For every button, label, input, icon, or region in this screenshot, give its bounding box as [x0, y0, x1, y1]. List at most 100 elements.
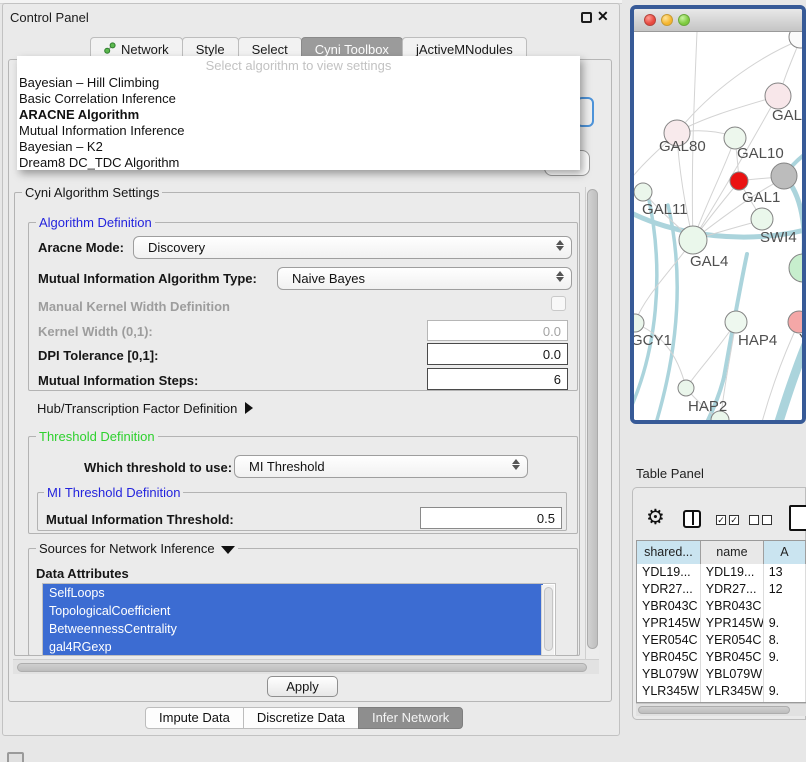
- network-node[interactable]: [679, 226, 707, 254]
- network-edge[interactable]: [692, 32, 697, 240]
- dropdown-item[interactable]: Mutual Information Inference: [19, 123, 578, 139]
- network-canvas[interactable]: GALGAL80GAL10GAL1GAL11SWI4GAL4GCY1HAP4YH…: [634, 32, 802, 420]
- tab-discretize-data[interactable]: Discretize Data: [243, 707, 359, 729]
- dropdown-item[interactable]: Bayesian – Hill Climbing: [19, 75, 578, 91]
- network-node[interactable]: [634, 314, 644, 332]
- network-node[interactable]: [725, 311, 747, 333]
- columns-icon[interactable]: [683, 510, 701, 528]
- network-node[interactable]: [765, 83, 791, 109]
- network-node[interactable]: [788, 311, 806, 333]
- dropdown-item[interactable]: Bayesian – K2: [19, 139, 578, 155]
- table-cell: YDL19...: [701, 564, 764, 581]
- table-row[interactable]: YDR27...YDR27...12: [637, 581, 806, 598]
- network-node[interactable]: [771, 163, 797, 189]
- sources-group-title[interactable]: Sources for Network Inference: [36, 541, 238, 556]
- network-node[interactable]: [789, 32, 806, 48]
- settings-gear-icon[interactable]: ⚙: [646, 505, 665, 530]
- dropdown-item[interactable]: Dream8 DC_TDC Algorithm: [19, 155, 578, 171]
- float-window-icon[interactable]: [581, 12, 592, 23]
- network-edge[interactable]: [634, 195, 657, 414]
- list-item[interactable]: TopologicalCoefficient: [43, 602, 543, 620]
- dropdown-item[interactable]: ARACNE Algorithm: [19, 107, 578, 123]
- tab-impute-data[interactable]: Impute Data: [145, 707, 244, 729]
- network-edge[interactable]: [784, 176, 804, 264]
- kernel-width-value: 0.0: [543, 324, 561, 339]
- manual-kernel-checkbox[interactable]: [551, 296, 566, 311]
- scrollbar-thumb[interactable]: [544, 587, 553, 651]
- scrollbar-thumb[interactable]: [17, 663, 587, 672]
- window-titlebar[interactable]: [634, 9, 802, 32]
- apply-button[interactable]: Apply: [267, 676, 338, 697]
- zoom-traffic-light-icon[interactable]: [678, 14, 690, 26]
- data-attributes-list[interactable]: SelfLoopsTopologicalCoefficientBetweenne…: [42, 583, 556, 656]
- column-header[interactable]: name: [701, 541, 764, 564]
- network-node[interactable]: [751, 208, 773, 230]
- node-label: GCY1: [634, 332, 672, 349]
- mi-type-select[interactable]: Naive Bayes: [277, 267, 572, 290]
- deselect-all-icon[interactable]: [749, 515, 759, 525]
- network-edge[interactable]: [646, 205, 677, 420]
- table-row[interactable]: YPR145WYPR145W9.: [637, 615, 806, 632]
- minimize-traffic-light-icon[interactable]: [661, 14, 673, 26]
- network-node[interactable]: [678, 380, 694, 396]
- list-item[interactable]: gal4RGexp: [43, 638, 543, 656]
- tab-infer-network[interactable]: Infer Network: [358, 707, 463, 729]
- expand-right-icon[interactable]: [245, 402, 253, 414]
- network-graph[interactable]: GALGAL80GAL10GAL1GAL11SWI4GAL4GCY1HAP4YH…: [634, 32, 806, 420]
- algorithm-definition-title: Algorithm Definition: [36, 215, 155, 230]
- table-row[interactable]: YLR345WYLR345W9.: [637, 683, 806, 700]
- docked-panel-icon[interactable]: [7, 752, 24, 762]
- table-cell: [764, 666, 806, 683]
- table-horizontal-scrollbar[interactable]: [636, 703, 806, 716]
- collapse-down-icon[interactable]: [221, 546, 235, 554]
- scrollbar-thumb[interactable]: [587, 189, 598, 649]
- network-edge[interactable]: [636, 240, 693, 320]
- dropdown-item[interactable]: Basic Correlation Inference: [19, 91, 578, 107]
- mi-steps-field[interactable]: 6: [427, 368, 568, 390]
- kernel-width-label: Kernel Width (0,1):: [38, 324, 153, 339]
- kernel-width-field[interactable]: 0.0: [427, 320, 568, 341]
- aracne-mode-select[interactable]: Discovery: [133, 236, 572, 259]
- table-row[interactable]: YBR045CYBR045C9.: [637, 649, 806, 666]
- node-table[interactable]: shared...nameA YDL19...YDL19...13YDR27..…: [636, 540, 806, 703]
- network-node[interactable]: [634, 183, 652, 201]
- network-edge[interactable]: [693, 141, 734, 240]
- column-header[interactable]: A: [764, 541, 806, 564]
- table-cell: [764, 598, 806, 615]
- node-label: HAP4: [738, 332, 777, 349]
- list-item[interactable]: BetweennessCentrality: [43, 620, 543, 638]
- document-icon[interactable]: [789, 505, 806, 531]
- network-node[interactable]: [789, 254, 806, 282]
- scrollbar-thumb[interactable]: [638, 706, 790, 714]
- list-item[interactable]: SelfLoops: [43, 584, 543, 602]
- dpi-tolerance-field[interactable]: 0.0: [427, 343, 568, 365]
- list-vertical-scrollbar[interactable]: [541, 585, 554, 656]
- which-threshold-select[interactable]: MI Threshold: [234, 455, 528, 478]
- mi-type-value: Naive Bayes: [292, 271, 365, 286]
- settings-horizontal-scrollbar[interactable]: [13, 659, 599, 674]
- table-row[interactable]: YER054CYER054C8.: [637, 632, 806, 649]
- mi-steps-label: Mutual Information Steps:: [38, 373, 198, 388]
- threshold-definition-title: Threshold Definition: [36, 429, 158, 444]
- deselect-all-icon[interactable]: [762, 515, 772, 525]
- select-all-icon[interactable]: ✓: [716, 515, 726, 525]
- column-header[interactable]: shared...: [637, 541, 701, 564]
- mi-threshold-field[interactable]: 0.5: [420, 507, 562, 529]
- node-label: GAL1: [742, 189, 780, 206]
- hub-definition-expander[interactable]: Hub/Transcription Factor Definition: [37, 401, 253, 416]
- table-cell: 9.: [764, 649, 806, 666]
- node-label: SWI4: [760, 229, 797, 246]
- select-all-icon[interactable]: ✓: [729, 515, 739, 525]
- app-screen: Control Panel ✕ NetworkStyleSelectCyni T…: [0, 0, 806, 762]
- close-traffic-light-icon[interactable]: [644, 14, 656, 26]
- network-node[interactable]: [730, 172, 748, 190]
- settings-vertical-scrollbar[interactable]: [585, 187, 599, 659]
- table-row[interactable]: YBL079WYBL079W: [637, 666, 806, 683]
- network-view-window[interactable]: GALGAL80GAL10GAL1GAL11SWI4GAL4GCY1HAP4YH…: [630, 5, 806, 424]
- close-icon[interactable]: ✕: [597, 8, 609, 25]
- table-row[interactable]: YBR043CYBR043C: [637, 598, 806, 615]
- table-row[interactable]: YDL19...YDL19...13: [637, 564, 806, 581]
- node-label: HAP2: [688, 398, 727, 415]
- control-panel-title: Control Panel: [10, 10, 89, 25]
- dropdown-placeholder: Select algorithm to view settings: [17, 58, 580, 73]
